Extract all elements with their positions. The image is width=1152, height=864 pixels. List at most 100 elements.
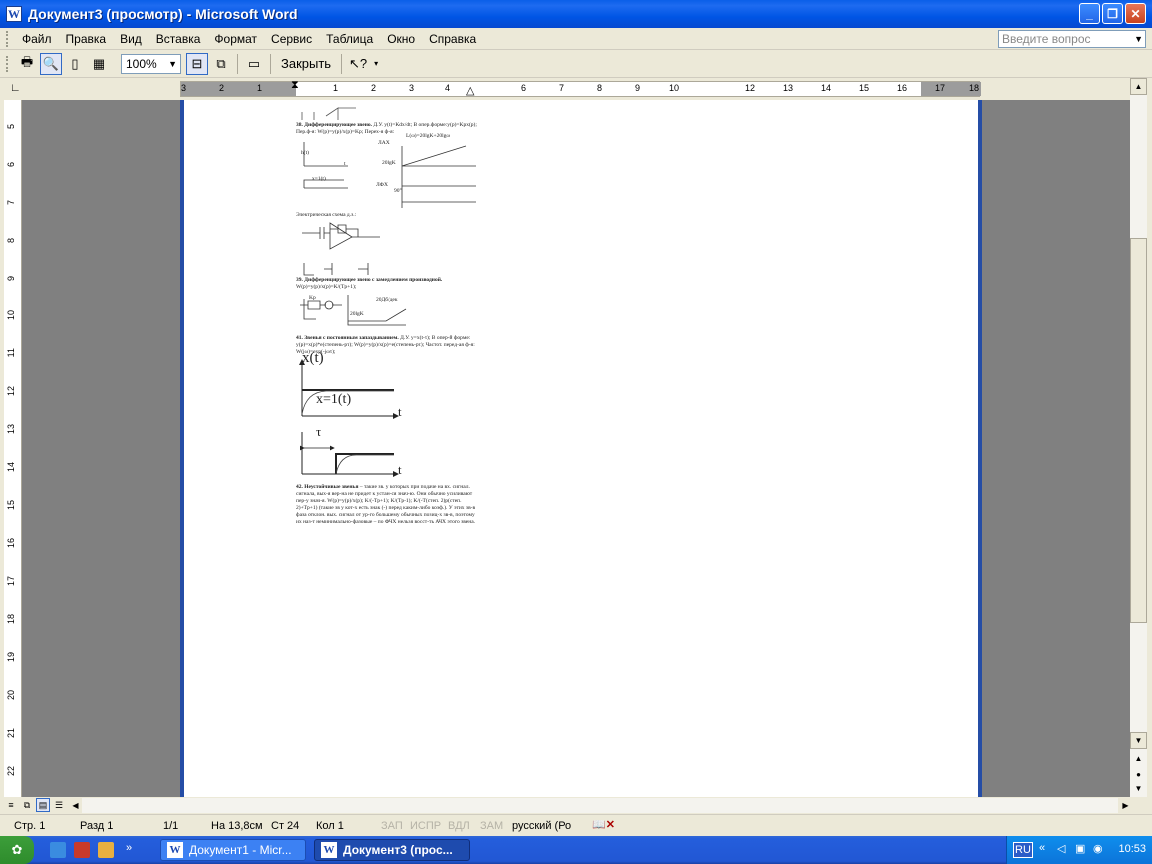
outline-view-icon[interactable]: ☰ <box>52 798 66 812</box>
vruler-number: 9 <box>6 276 16 282</box>
close-window-button[interactable]: ✕ <box>1125 3 1146 24</box>
horizontal-scrollbar: ≡ ⧉ ▤ ☰ ◀ ▶ <box>0 797 1152 814</box>
menu-grip[interactable] <box>6 30 9 47</box>
first-line-indent-marker[interactable]: ⧗ <box>291 79 299 92</box>
status-record-macro[interactable]: ЗАП <box>381 820 403 832</box>
horizontal-ruler[interactable]: 3 2 1 1 2 3 4 6 7 8 9 10 12 13 14 15 16 … <box>180 79 981 97</box>
zoom-select[interactable]: 100% ▼ <box>121 53 181 74</box>
status-pages: 1/1 <box>163 820 179 832</box>
view-ruler-icon[interactable]: ⊟ <box>186 52 208 75</box>
vruler-number: 12 <box>6 386 16 397</box>
start-button[interactable]: ✿ <box>0 836 34 864</box>
scroll-down-button[interactable]: ▼ <box>1130 732 1147 749</box>
status-track-changes[interactable]: ИСПР <box>410 820 441 832</box>
scroll-up-button[interactable]: ▲ <box>1130 78 1147 95</box>
toolbar-options-icon[interactable]: ▾ <box>371 53 381 75</box>
fig-41: x(t) x=1(t) t τ t <box>296 350 481 482</box>
menu-edit[interactable]: Правка <box>59 32 114 46</box>
context-help-icon[interactable]: ↖? <box>347 53 369 75</box>
spelling-status-icon[interactable]: 📖✕ <box>592 818 615 831</box>
menu-view[interactable]: Вид <box>113 32 149 46</box>
ruler-number: 8 <box>597 83 603 93</box>
ruler-number: 9 <box>635 83 641 93</box>
status-extend[interactable]: ВДЛ <box>448 820 470 832</box>
vruler-number: 14 <box>6 462 16 473</box>
status-language[interactable]: русский (Ро <box>512 820 571 832</box>
menu-window[interactable]: Окно <box>380 32 422 46</box>
language-indicator[interactable]: RU <box>1013 842 1033 858</box>
quicklaunch-more-icon[interactable]: » <box>126 842 132 854</box>
ruler-number: 10 <box>669 83 680 93</box>
vruler-number: 6 <box>6 162 16 168</box>
normal-view-icon[interactable]: ≡ <box>4 798 18 812</box>
print-layout-icon[interactable]: ▤ <box>36 798 50 812</box>
scroll-left-button[interactable]: ◀ <box>68 798 83 813</box>
ruler-number: 2 <box>219 83 225 93</box>
lax-formula: L(ω)=20lgK+20lgω <box>406 133 450 139</box>
ruler-number: 4 <box>445 83 451 93</box>
one-page-icon[interactable]: ▯ <box>64 53 86 75</box>
right-indent-marker[interactable]: △ <box>466 84 474 97</box>
toolbar-grip[interactable] <box>6 55 9 72</box>
tray-expand-icon[interactable]: « <box>1039 842 1045 854</box>
zoom-value: 100% <box>126 56 157 71</box>
next-page-button[interactable]: ▼ <box>1130 780 1147 797</box>
network-icon[interactable]: ▣ <box>1075 842 1085 855</box>
vruler-number: 5 <box>6 124 16 130</box>
item-42: 42. Неустойчивые звенья – такие зв. у ко… <box>296 484 481 526</box>
vruler-number: 17 <box>6 576 16 587</box>
security-icon[interactable]: ◉ <box>1093 842 1103 855</box>
item-38: 38. Дифференцирующее звено. Д.У. y(t)=Kd… <box>296 122 481 136</box>
volume-icon[interactable]: ◁ <box>1057 842 1065 855</box>
full-screen-icon[interactable]: ▭ <box>243 53 265 75</box>
previous-page-button[interactable]: ▲ <box>1130 750 1147 767</box>
quicklaunch-tool-icon[interactable] <box>98 842 114 858</box>
vruler-number: 20 <box>6 690 16 701</box>
restore-button[interactable]: ❐ <box>1102 3 1123 24</box>
horizontal-scroll-track[interactable] <box>82 798 1118 813</box>
multiple-pages-icon[interactable]: ▦ <box>88 53 110 75</box>
help-search-input[interactable]: Введите вопрос ▼ <box>998 30 1146 48</box>
web-view-icon[interactable]: ⧉ <box>20 798 34 812</box>
minimize-button[interactable]: _ <box>1079 3 1100 24</box>
status-bar: Стр. 1 Разд 1 1/1 На 13,8см Ст 24 Кол 1 … <box>0 814 1152 836</box>
scroll-thumb[interactable] <box>1130 238 1147 623</box>
fig-38-ylabel: h(t) <box>301 150 309 156</box>
menu-file[interactable]: Файл <box>15 32 59 46</box>
chevron-down-icon[interactable]: ▼ <box>1134 31 1143 47</box>
fig-39: Kp 20Дб/дек 20lgK <box>296 291 481 327</box>
menu-help[interactable]: Справка <box>422 32 483 46</box>
close-preview-button[interactable]: Закрыть <box>275 56 337 71</box>
quicklaunch-app-icon[interactable] <box>74 842 90 858</box>
menu-table[interactable]: Таблица <box>319 32 380 46</box>
ruler-number: 1 <box>333 83 339 93</box>
status-line: Ст 24 <box>271 820 300 832</box>
ruler-number: 3 <box>181 83 187 93</box>
lax-ytick: 20lgK <box>382 160 396 166</box>
vertical-ruler[interactable]: 5 6 7 8 9 10 11 12 13 14 15 16 17 18 19 … <box>4 100 22 800</box>
print-icon[interactable]: 🖶 <box>16 53 38 75</box>
task-document3[interactable]: W Документ3 (прос... <box>314 839 470 861</box>
quicklaunch-ie-icon[interactable] <box>50 842 66 858</box>
lfx-value: 90° <box>394 188 402 194</box>
ruler-number: 17 <box>935 83 946 93</box>
task-document1[interactable]: W Документ1 - Micr... <box>160 839 306 861</box>
menu-tools[interactable]: Сервис <box>264 32 319 46</box>
help-search-placeholder: Введите вопрос <box>1002 32 1091 46</box>
vertical-scrollbar[interactable]: ▲ ▼ ▲ ● ▼ <box>1130 78 1147 797</box>
shrink-to-fit-icon[interactable]: ⧉ <box>210 53 232 75</box>
vruler-number: 13 <box>6 424 16 435</box>
document-page[interactable]: 38. Дифференцирующее звено. Д.У. y(t)=Kd… <box>184 100 978 797</box>
word-app-icon[interactable]: W <box>6 6 22 22</box>
window-title: Документ3 (просмотр) - Microsoft Word <box>28 6 298 22</box>
menu-insert[interactable]: Вставка <box>149 32 208 46</box>
tab-selector-icon[interactable]: ∟ <box>10 82 22 94</box>
menu-format[interactable]: Формат <box>207 32 264 46</box>
magnifier-icon[interactable]: 🔍 <box>40 52 62 75</box>
scroll-right-button[interactable]: ▶ <box>1118 798 1133 813</box>
page-border-right <box>978 100 982 797</box>
status-overtype[interactable]: ЗАМ <box>480 820 503 832</box>
status-page: Стр. 1 <box>14 820 46 832</box>
chevron-down-icon[interactable]: ▼ <box>168 55 177 73</box>
ruler-row: ∟ 3 2 1 1 2 3 4 6 7 8 9 10 12 13 14 15 1… <box>0 78 1152 100</box>
